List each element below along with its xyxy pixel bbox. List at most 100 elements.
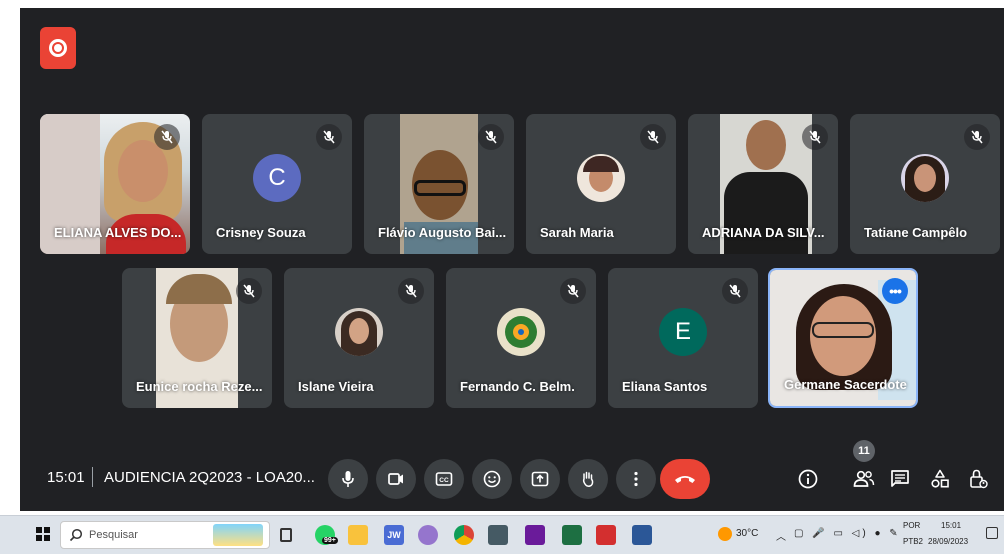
activities-icon [931, 469, 949, 488]
jw-label: JW [387, 530, 401, 540]
participant-name: Tatiane Campêlo [864, 225, 968, 240]
hand-icon [582, 471, 594, 487]
svg-text:CC: CC [439, 477, 449, 484]
meeting-title: AUDIENCIA 2Q2023 - LOA20... [104, 469, 315, 486]
taskbar: Pesquisar 99+ JW 30°C ︿ ▢ 🎤 ▭ ◁) ● ✎ POR… [0, 515, 1004, 554]
jw-app-icon[interactable]: JW [384, 525, 404, 545]
participant-name: Eunice rocha Reze... [136, 379, 263, 394]
taskbar-clock-time[interactable]: 15:01 [941, 521, 961, 530]
windows-start-icon[interactable] [36, 527, 50, 541]
participant-name: Flávio Augusto Bai... [378, 225, 507, 240]
participant-tile[interactable]: Tatiane Campêlo [850, 114, 1000, 254]
mic-off-icon [478, 124, 504, 150]
mic-off-icon [802, 124, 828, 150]
acrobat-icon[interactable] [596, 525, 616, 545]
participant-tile[interactable]: ADRIANA DA SILV... [688, 114, 838, 254]
taskbar-search[interactable]: Pesquisar [60, 521, 270, 549]
meeting-clock: 15:01 [47, 469, 85, 486]
keyboard-layout[interactable]: PTB2 [903, 537, 923, 546]
end-call-button[interactable] [660, 459, 710, 499]
search-placeholder: Pesquisar [89, 529, 138, 541]
weather-temperature[interactable]: 30°C [736, 528, 758, 539]
captions-button[interactable]: CC [424, 459, 464, 499]
participant-name: Eliana Santos [622, 379, 708, 394]
calculator-icon[interactable] [488, 525, 508, 545]
participant-tile[interactable]: ELIANA ALVES DO... [40, 114, 190, 254]
participant-name: Sarah Maria [540, 225, 614, 240]
participant-name: Germane Sacerdote [784, 377, 907, 392]
system-tray-icons[interactable]: ▢ 🎤 ▭ ◁) ● ✎ [794, 528, 901, 539]
chat-icon [891, 470, 909, 487]
chat-button[interactable] [882, 461, 918, 497]
mic-off-icon [640, 124, 666, 150]
app-icon[interactable] [418, 525, 438, 545]
avatar: E [659, 308, 707, 357]
emoji-icon [483, 470, 501, 488]
meet-window: ELIANA ALVES DO... C Crisney Souza Flávi… [20, 8, 1004, 511]
recording-indicator[interactable] [40, 27, 76, 69]
phone-hangup-icon [675, 476, 695, 483]
avatar [901, 154, 949, 203]
participant-tile[interactable]: E Eliana Santos [608, 268, 758, 408]
avatar-initial: E [674, 318, 691, 346]
whatsapp-icon[interactable]: 99+ [315, 525, 338, 545]
mic-off-icon [560, 278, 586, 304]
microphone-icon [342, 471, 354, 487]
chevron-up-icon[interactable]: ︿ [776, 528, 786, 543]
search-icon [69, 528, 83, 542]
ip-app-icon[interactable] [525, 525, 545, 545]
participant-tile[interactable]: Eunice rocha Reze... [122, 268, 272, 408]
participant-tile[interactable]: Islane Vieira [284, 268, 434, 408]
reactions-button[interactable] [472, 459, 512, 499]
mic-off-icon [236, 278, 262, 304]
raise-hand-button[interactable] [568, 459, 608, 499]
chrome-icon[interactable] [454, 525, 474, 545]
lock-person-icon [970, 469, 988, 489]
notification-icon[interactable] [986, 527, 998, 539]
participant-tile[interactable]: Flávio Augusto Bai... [364, 114, 514, 254]
present-screen-button[interactable] [520, 459, 560, 499]
participant-name: Crisney Souza [216, 225, 306, 240]
camera-icon [388, 473, 403, 485]
participant-tile[interactable]: C Crisney Souza [202, 114, 352, 254]
taskbar-clock-date[interactable]: 28/09/2023 [928, 537, 968, 546]
avatar [497, 308, 545, 357]
participant-tile[interactable]: Fernando C. Belm. [446, 268, 596, 408]
meeting-details-button[interactable] [790, 461, 826, 497]
task-view-icon[interactable] [280, 528, 292, 542]
avatar [335, 308, 383, 357]
participant-tile[interactable]: Sarah Maria [526, 114, 676, 254]
word-icon[interactable] [632, 525, 652, 545]
participant-name: Islane Vieira [298, 379, 374, 394]
present-icon [531, 471, 549, 487]
captions-icon: CC [435, 472, 453, 486]
avatar-initial: C [268, 164, 286, 192]
microphone-button[interactable] [328, 459, 368, 499]
mic-off-icon [722, 278, 748, 304]
info-icon [798, 469, 818, 489]
weather-icon [718, 527, 732, 541]
participant-tile-self[interactable]: ••• Germane Sacerdote [768, 268, 918, 408]
activities-button[interactable] [922, 461, 958, 497]
more-options-button[interactable] [616, 459, 656, 499]
mic-off-icon [964, 124, 990, 150]
excel-icon[interactable] [562, 525, 582, 545]
people-button[interactable] [846, 461, 882, 497]
mic-off-icon [316, 124, 342, 150]
control-bar: 15:01 AUDIENCIA 2Q2023 - LOA20... CC 11 [20, 440, 1004, 503]
record-icon [49, 39, 67, 57]
participant-name: ADRIANA DA SILV... [702, 225, 825, 240]
more-vert-icon [634, 471, 638, 487]
mic-off-icon [398, 278, 424, 304]
more-options-icon[interactable]: ••• [882, 278, 908, 304]
mic-off-icon [154, 124, 180, 150]
avatar: C [253, 154, 301, 203]
whatsapp-badge: 99+ [322, 537, 338, 544]
file-explorer-icon[interactable] [348, 525, 368, 545]
camera-button[interactable] [376, 459, 416, 499]
divider [92, 467, 93, 487]
avatar [577, 154, 625, 203]
participant-count-badge: 11 [853, 440, 875, 462]
host-controls-button[interactable] [960, 461, 996, 497]
language-code[interactable]: POR [903, 521, 920, 530]
